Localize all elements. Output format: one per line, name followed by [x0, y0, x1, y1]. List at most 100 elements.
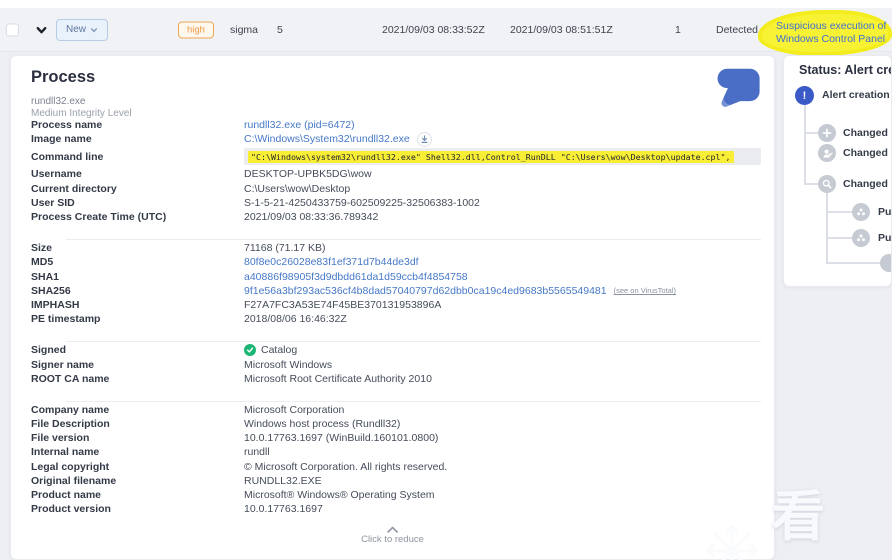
field-row: User SID S-1-5-21-4250433759-602509225-32… [31, 196, 761, 210]
field-label: Username [31, 168, 82, 181]
alert-creation-icon: ! [795, 86, 814, 105]
field-value: DESKTOP-UPBK5DG\wow [244, 168, 372, 181]
section-divider [66, 400, 761, 402]
field-row: MD5 80f8e0c26028e83f1ef371d7b44de3df [31, 255, 761, 269]
expand-chevron-icon[interactable] [35, 23, 48, 36]
field-row: Image name C:\Windows\System32\rundll32.e… [31, 131, 761, 147]
field-label: Current directory [31, 182, 117, 195]
alert-rule-link[interactable]: Suspicious execution of Windows Control … [776, 20, 888, 46]
field-row: Process name rundll32.exe (pid=6472) [31, 118, 761, 132]
download-button[interactable] [416, 131, 432, 147]
field-label: Signed [31, 344, 67, 357]
timeline-label: Changed to [843, 178, 891, 190]
field-value: Microsoft Corporation [244, 403, 345, 416]
status-new-dropdown[interactable]: New [56, 18, 109, 41]
timeline-connector [827, 262, 880, 264]
field-value[interactable]: rundll32.exe (pid=6472) [244, 119, 355, 131]
watermark-text: 看雪 [771, 487, 834, 547]
field-value: Windows host process (Rundll32) [244, 418, 401, 431]
field-label: Internal name [31, 446, 100, 459]
field-label: File Description [31, 418, 110, 431]
field-value[interactable]: a40886f98905f3d9dbdd61da1d59ccb4f4854758 [244, 271, 468, 283]
field-value: Catalog [244, 344, 298, 357]
field-value: 2018/08/06 16:46:32Z [244, 313, 347, 326]
timeline-connector [827, 237, 852, 239]
field-row: Username DESKTOP-UPBK5DG\wow [31, 167, 761, 181]
field-label: Company name [31, 403, 110, 416]
field-value: 71168 (71.17 KB) [244, 242, 326, 255]
field-label: SHA256 [31, 284, 71, 297]
quarantine-icon [852, 229, 870, 247]
field-value: 10.0.17763.1697 (WinBuild.160101.0800) [244, 432, 439, 445]
field-row: PE timestamp 2018/08/06 16:46:32Z [31, 312, 761, 326]
timeline-connector [804, 105, 806, 185]
field-value[interactable]: C:\Windows\System32\rundll32.exe [244, 133, 410, 145]
field-section: Company name Microsoft Corporation File De… [31, 403, 761, 517]
field-row: Current directory C:\Users\wow\Desktop [31, 182, 761, 196]
process-detail-card: Process rundll32.exe Medium Integrity Le… [10, 55, 775, 560]
reduce-label: Click to reduce [361, 534, 424, 545]
field-label: Process name [31, 119, 103, 132]
field-label: SHA1 [31, 270, 60, 283]
first-seen-timestamp: 2021/09/03 08:33:52Z [382, 23, 485, 36]
field-label: Original filename [31, 474, 117, 487]
field-row: SHA256 9f1e56a3bf293ac536cf4b8dad57040797… [31, 284, 761, 298]
rule-type: sigma [230, 23, 259, 36]
virustotal-link[interactable]: (see on VirusTotal) [614, 286, 676, 295]
field-row: File version 10.0.17763.1697 (WinBuild.16… [31, 431, 761, 445]
field-row: File Description Windows host process (Ru… [31, 417, 761, 431]
detection-status: Detected [716, 23, 759, 36]
field-label: MD5 [31, 256, 54, 269]
field-row: SHA1 a40886f98905f3d9dbdd61da1d59ccb4f485… [31, 270, 761, 284]
status-panel-title: Status: Alert crea [799, 63, 892, 77]
field-row: Legal copyright © Microsoft Corporation. … [31, 460, 761, 474]
field-label: File version [31, 432, 90, 445]
chevron-down-icon [90, 27, 98, 32]
field-label: Product version [31, 503, 111, 516]
field-section: Size 71168 (71.17 KB) MD5 80f8e0c26028e83f1… [31, 241, 761, 326]
process-name-subtitle: rundll32.exe [31, 96, 86, 107]
status-new-label: New [66, 24, 87, 35]
field-value[interactable]: 9f1e56a3bf293ac536cf4b8dad57040797d62dbb… [244, 285, 607, 297]
field-value: 2021/09/03 08:33:36.789342 [244, 211, 379, 224]
field-label: Size [31, 242, 53, 255]
field-row: Signed Catalog [31, 343, 761, 357]
section-divider [66, 239, 761, 241]
field-section: Signed Catalog Signer name Microsoft Window… [31, 343, 761, 386]
field-section: Process name rundll32.exe (pid=6472) Image… [31, 118, 761, 224]
row-checkbox[interactable] [6, 23, 19, 36]
command-line-bar: "C:\Windows\system32\rundll32.exe" Shell… [244, 148, 761, 166]
field-value: Microsoft Windows [244, 358, 333, 371]
field-value: © Microsoft Corporation. All rights rese… [244, 460, 448, 473]
field-value: Microsoft Root Certificate Authority 201… [244, 372, 432, 385]
timeline-connector [805, 132, 818, 134]
field-label: IMPHASH [31, 298, 80, 311]
quarantine-icon [852, 203, 870, 221]
verified-check-icon [244, 344, 256, 357]
field-row: Original filename RUNDLL32.EXE [31, 474, 761, 488]
field-row: Signer name Microsoft Windows [31, 357, 761, 371]
field-label: Product name [31, 489, 102, 502]
field-label: User SID [31, 196, 75, 209]
field-row: Internal name rundll [31, 445, 761, 459]
section-divider [66, 341, 761, 343]
field-row: Process Create Time (UTC) 2021/09/03 08:3… [31, 210, 761, 224]
page-title: Process [31, 68, 96, 86]
field-label: Signer name [31, 358, 95, 371]
field-label: PE timestamp [31, 313, 101, 326]
timeline-label: Changed to [843, 147, 891, 159]
field-row: Product version 10.0.17763.1697 [31, 502, 761, 516]
field-row: ROOT CA name Microsoft Root Certificate A… [31, 372, 761, 386]
timeline-label: Pu [878, 232, 892, 244]
field-value: 10.0.17763.1697 [244, 503, 323, 516]
field-value: Microsoft® Windows® Operating System [244, 489, 435, 502]
timeline-label: Alert creation [822, 89, 890, 101]
field-value[interactable]: 80f8e0c26028e83f1ef371d7b44de3df [244, 256, 419, 268]
command-line-text: "C:\Windows\system32\rundll32.exe" Shell… [248, 150, 734, 163]
alert-row: New high sigma 5 2021/09/03 08:33:52Z 20… [0, 8, 892, 56]
click-to-reduce-control[interactable]: Click to reduce [361, 526, 424, 545]
field-value: rundll [244, 446, 270, 459]
field-label: ROOT CA name [31, 372, 110, 385]
signed-type-label: Catalog [261, 344, 298, 357]
highlight-annotation: Suspicious execution of Windows Control … [758, 10, 892, 56]
